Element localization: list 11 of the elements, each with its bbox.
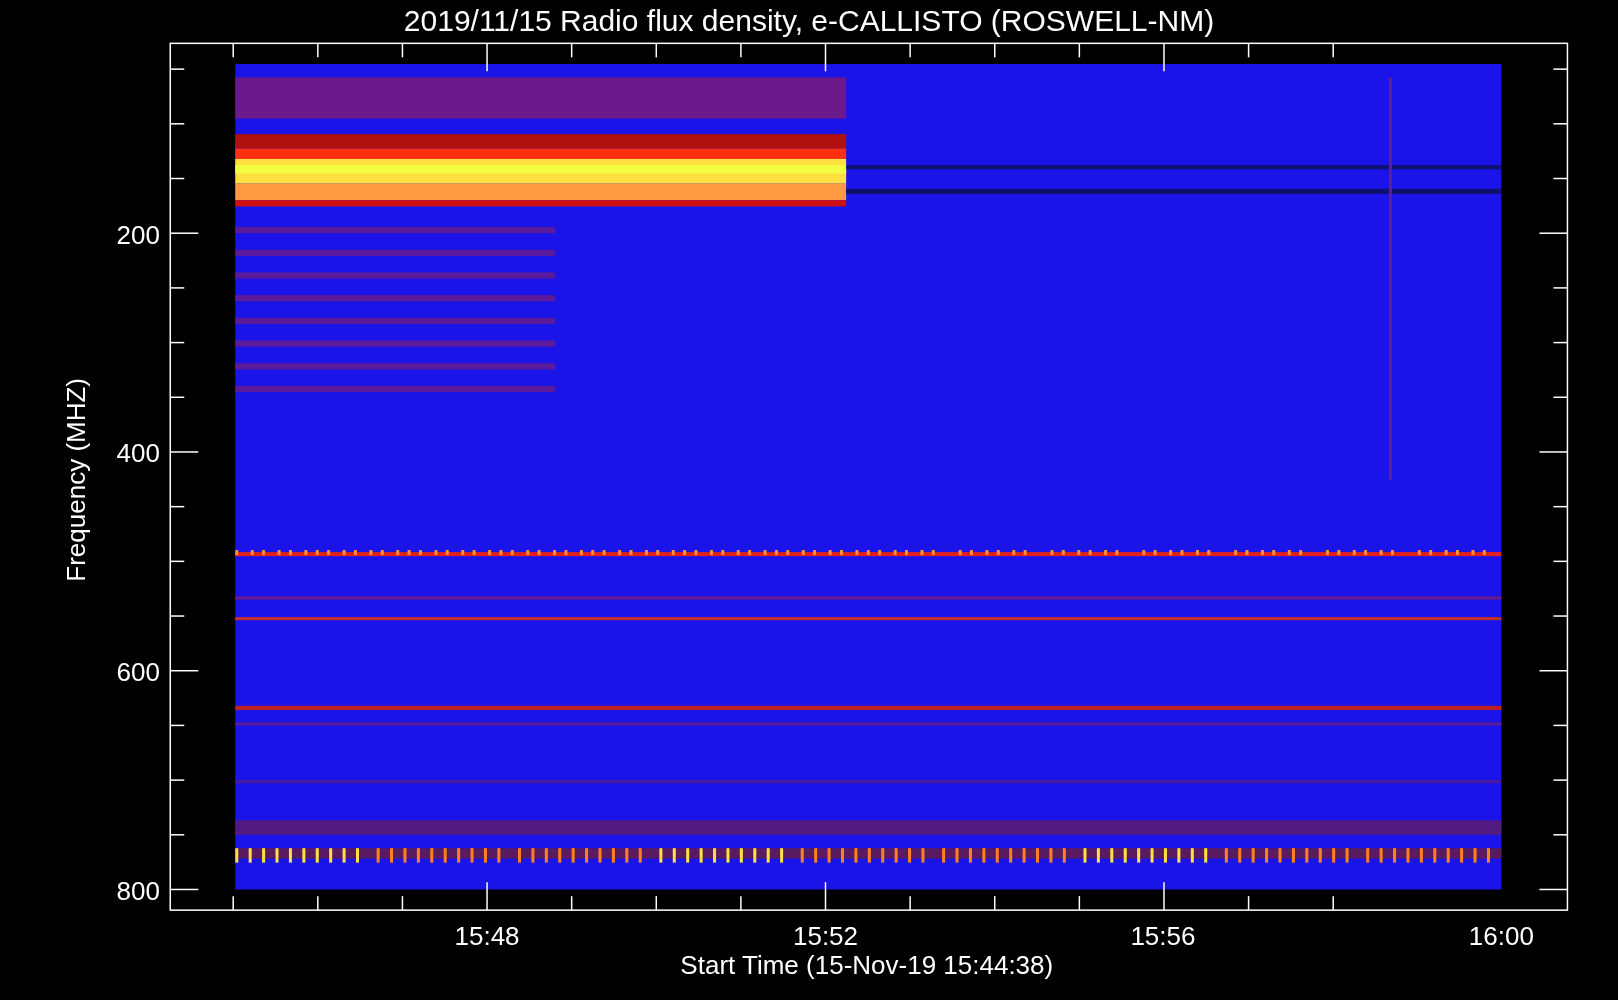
y-tick-label: 200	[116, 219, 160, 250]
x-tick-label: 15:56	[1130, 921, 1196, 952]
x-axis-label: Start Time (15-Nov-19 15:44:38)	[680, 950, 1054, 981]
y-tick-label: 400	[116, 438, 160, 469]
x-tick-label: 16:00	[1468, 921, 1534, 952]
y-axis-label: Frequency (MHZ)	[60, 378, 91, 582]
y-tick-label: 600	[116, 657, 160, 688]
chart-title: 2019/11/15 Radio flux density, e-CALLISTO (ROSWELL-NM)	[403, 3, 1215, 37]
y-tick-label: 800	[116, 875, 160, 906]
x-tick-label: 15:52	[792, 921, 859, 952]
x-tick-label: 15:48	[454, 921, 520, 952]
